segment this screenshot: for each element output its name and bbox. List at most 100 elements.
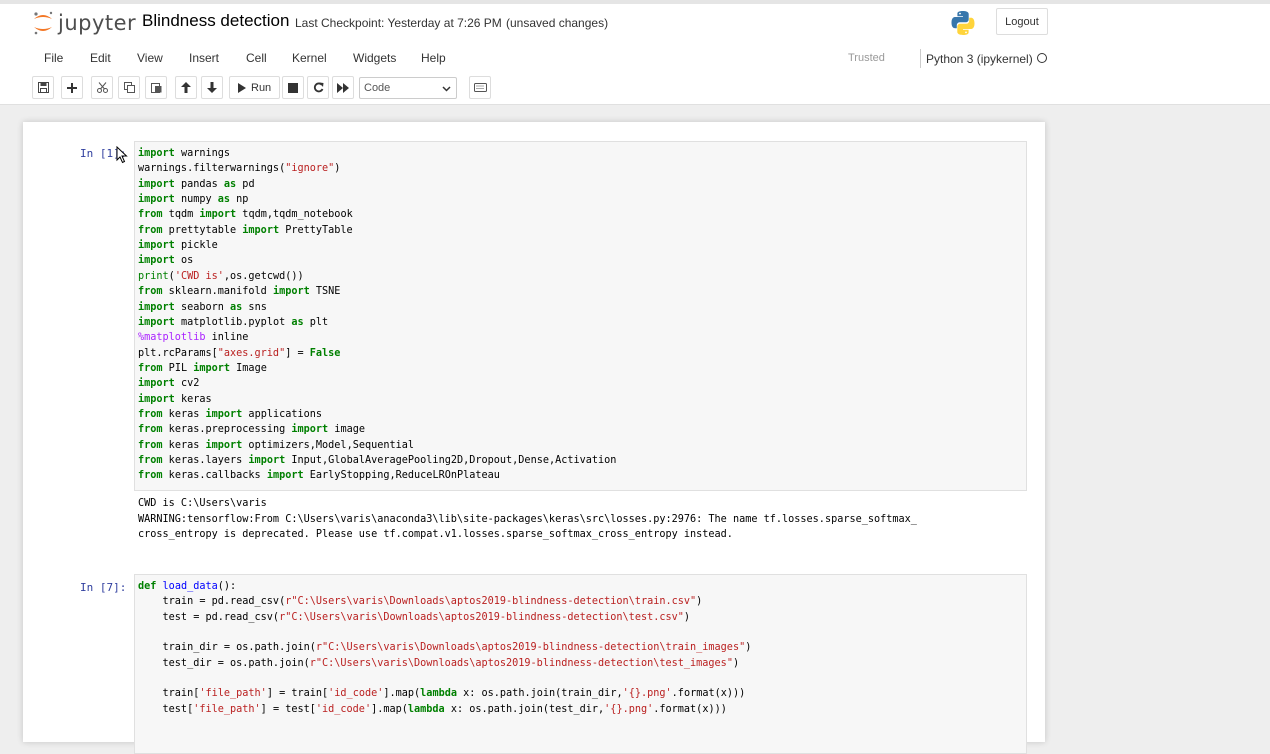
cut-button[interactable] <box>91 76 113 99</box>
cell-type-select[interactable]: Code <box>359 77 457 99</box>
menu-widgets[interactable]: Widgets <box>353 51 396 65</box>
code-token: import <box>138 178 175 190</box>
code-token: os <box>174 255 194 267</box>
code-token: seaborn <box>174 301 231 313</box>
code-token: ) <box>696 596 703 608</box>
code-token: keras.callbacks <box>162 470 267 482</box>
code-token: import <box>138 240 175 252</box>
code-line: def load_data(): <box>138 580 236 594</box>
paste-icon <box>150 83 161 93</box>
menu-kernel[interactable]: Kernel <box>292 51 327 65</box>
code-token: import <box>138 255 175 267</box>
command-palette-button[interactable] <box>469 76 491 99</box>
code-token: matplotlib.pyplot <box>174 316 292 328</box>
cell-type-value: Code <box>364 82 391 94</box>
jupyter-logo[interactable]: jupyter <box>32 8 136 38</box>
code-token: r"C:\Users\varis\Downloads\aptos2019-bli… <box>279 611 684 623</box>
cell-1-output: CWD is C:\Users\varis WARNING:tensorflow… <box>138 498 1031 548</box>
code-token: (): <box>217 581 237 592</box>
code-line: from keras.preprocessing import image <box>138 423 365 437</box>
menu-insert[interactable]: Insert <box>189 51 219 65</box>
code-token: Input,GlobalAveragePooling2D,Dropout,Den… <box>285 455 617 466</box>
trusted-indicator[interactable]: Trusted <box>848 52 885 64</box>
code-token: 'id_code' <box>315 703 372 715</box>
run-label: Run <box>251 81 272 94</box>
cell-1-code-editor[interactable]: import warnings warnings.filterwarnings("… <box>134 141 1027 491</box>
logout-button[interactable]: Logout <box>996 8 1048 35</box>
code-token: import <box>199 209 237 221</box>
play-icon <box>238 82 246 93</box>
code-token: import <box>138 378 175 390</box>
unsaved-changes-label: (unsaved changes) <box>506 16 609 30</box>
code-token: False <box>309 347 341 359</box>
fast-forward-icon <box>337 82 349 93</box>
code-token: plt <box>303 316 329 328</box>
insert-cell-button[interactable] <box>61 76 83 99</box>
code-line: import warnings <box>138 147 230 161</box>
code-token: .format(x))) <box>653 703 727 715</box>
menu-view[interactable]: View <box>137 51 163 65</box>
restart-run-all-button[interactable] <box>332 76 354 99</box>
code-token: pd <box>236 178 255 190</box>
code-token: applications <box>242 408 323 420</box>
code-token: cv2 <box>174 378 200 390</box>
code-token: test = pd.read_csv( <box>138 611 280 623</box>
code-token: keras.preprocessing <box>162 424 292 436</box>
chevron-down-icon <box>442 86 451 92</box>
code-token: r"C:\Users\varis\Downloads\aptos2019-bli… <box>309 657 733 669</box>
code-line: import pickle <box>138 239 218 253</box>
output-line: cross_entropy is deprecated. Please use … <box>138 529 733 540</box>
paste-button[interactable] <box>145 76 167 99</box>
code-token: x: os.path.join(test_dir, <box>444 703 605 715</box>
code-token: import <box>138 316 175 328</box>
keyboard-icon <box>473 83 487 92</box>
kernel-idle-icon <box>1037 53 1047 63</box>
move-up-button[interactable] <box>175 76 197 99</box>
arrow-up-icon <box>181 82 191 93</box>
code-line: train = pd.read_csv(r"C:\Users\varis\Dow… <box>138 595 703 609</box>
code-token: .format(x))) <box>671 688 746 700</box>
toolbar: Run Code <box>0 76 1270 100</box>
code-line: from keras.layers import Input,GlobalAve… <box>138 454 616 468</box>
code-line: import numpy as np <box>138 193 248 207</box>
jupyter-wordmark: jupyter <box>58 11 137 35</box>
code-token: pandas <box>174 178 224 190</box>
menu-edit[interactable]: Edit <box>90 51 111 65</box>
cell-2-code-editor[interactable]: def load_data(): train = pd.read_csv(r"C… <box>134 574 1027 754</box>
menu-cell[interactable]: Cell <box>246 51 267 65</box>
code-token: import <box>138 393 175 405</box>
save-button[interactable] <box>32 76 54 99</box>
code-token: "ignore" <box>285 163 335 175</box>
restart-button[interactable] <box>307 76 329 99</box>
move-down-button[interactable] <box>201 76 223 99</box>
copy-icon <box>123 82 135 93</box>
cut-icon <box>96 82 108 93</box>
code-token: np <box>230 194 249 206</box>
code-line: from keras import optimizers,Model,Seque… <box>138 439 414 453</box>
code-token: EarlyStopping,ReduceLROnPlateau <box>303 470 500 482</box>
code-token: ) <box>732 657 740 669</box>
code-line: %matplotlib inline <box>138 331 248 345</box>
interrupt-button[interactable] <box>282 76 304 99</box>
code-token: image <box>328 424 365 436</box>
copy-button[interactable] <box>118 76 140 99</box>
kernel-name[interactable]: Python 3 (ipykernel) <box>926 52 1033 66</box>
code-token: ) <box>334 163 341 175</box>
code-token: warnings <box>174 148 231 159</box>
code-token: train = pd.read_csv( <box>138 596 286 608</box>
kernel-separator <box>920 49 921 68</box>
code-token: from <box>138 424 163 436</box>
code-token: as <box>291 316 304 328</box>
code-token: prettytable <box>162 224 243 236</box>
code-line: print('CWD is',os.getcwd()) <box>138 270 304 284</box>
code-token: from <box>138 455 163 466</box>
last-checkpoint: Last Checkpoint: Yesterday at 7:26 PM <box>295 16 502 30</box>
arrow-down-icon <box>207 82 217 93</box>
notebook-title[interactable]: Blindness detection <box>142 11 289 31</box>
menu-help[interactable]: Help <box>421 51 446 65</box>
code-token: test[ <box>138 703 194 715</box>
menu-file[interactable]: File <box>44 51 63 65</box>
code-token: from <box>138 439 163 451</box>
code-token: import <box>138 301 175 313</box>
run-button[interactable]: Run <box>229 76 280 99</box>
